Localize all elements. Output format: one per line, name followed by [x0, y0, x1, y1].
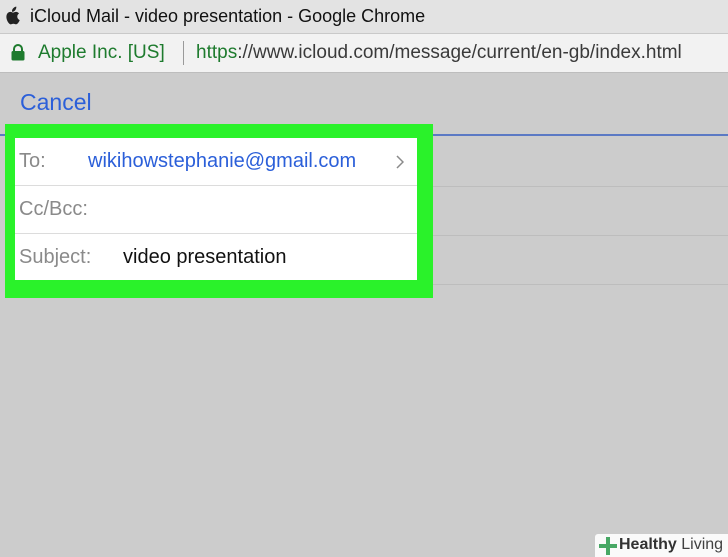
row-divider-line [417, 186, 728, 187]
row-divider-line [417, 284, 728, 285]
to-recipient[interactable]: wikihowstephanie@gmail.com [88, 150, 356, 173]
url-field[interactable]: https://www.icloud.com/message/current/e… [196, 42, 728, 64]
cc-bcc-label: Cc/Bcc: [19, 198, 88, 220]
addressbar-divider [183, 41, 184, 65]
window-title: iCloud Mail - video presentation - Googl… [30, 6, 426, 26]
subject-row[interactable]: Subject: video presentation [15, 234, 417, 282]
browser-titlebar: iCloud Mail - video presentation - Googl… [0, 0, 728, 34]
url-scheme: https [196, 42, 238, 63]
compose-header-fields: To: wikihowstephanie@gmail.com Cc/Bcc: S… [15, 138, 417, 280]
to-label: To: [19, 150, 46, 172]
chevron-right-icon[interactable] [396, 155, 404, 169]
healthy-living-watermark: Healthy Living [595, 534, 728, 557]
cancel-button[interactable]: Cancel [20, 89, 92, 116]
url-rest: ://www.icloud.com/message/current/en-gb/… [237, 42, 682, 63]
address-bar[interactable]: Apple Inc. [US] https://www.icloud.com/m… [0, 34, 728, 73]
site-identity[interactable]: Apple Inc. [US] [38, 42, 165, 64]
cc-bcc-row[interactable]: Cc/Bcc: [15, 186, 417, 234]
watermark-brand: Healthy [619, 536, 677, 553]
subject-label: Subject: [19, 246, 92, 268]
subject-input[interactable]: video presentation [123, 246, 286, 269]
watermark-text: Healthy Living [619, 536, 723, 554]
lock-icon [11, 44, 25, 61]
cc-bcc-input[interactable] [115, 192, 405, 226]
healthy-living-logo-icon [599, 537, 617, 555]
watermark-brand-suffix: Living [676, 536, 724, 553]
to-row[interactable]: To: wikihowstephanie@gmail.com [15, 138, 417, 186]
apple-icon [6, 6, 20, 25]
row-divider-line [417, 235, 728, 236]
